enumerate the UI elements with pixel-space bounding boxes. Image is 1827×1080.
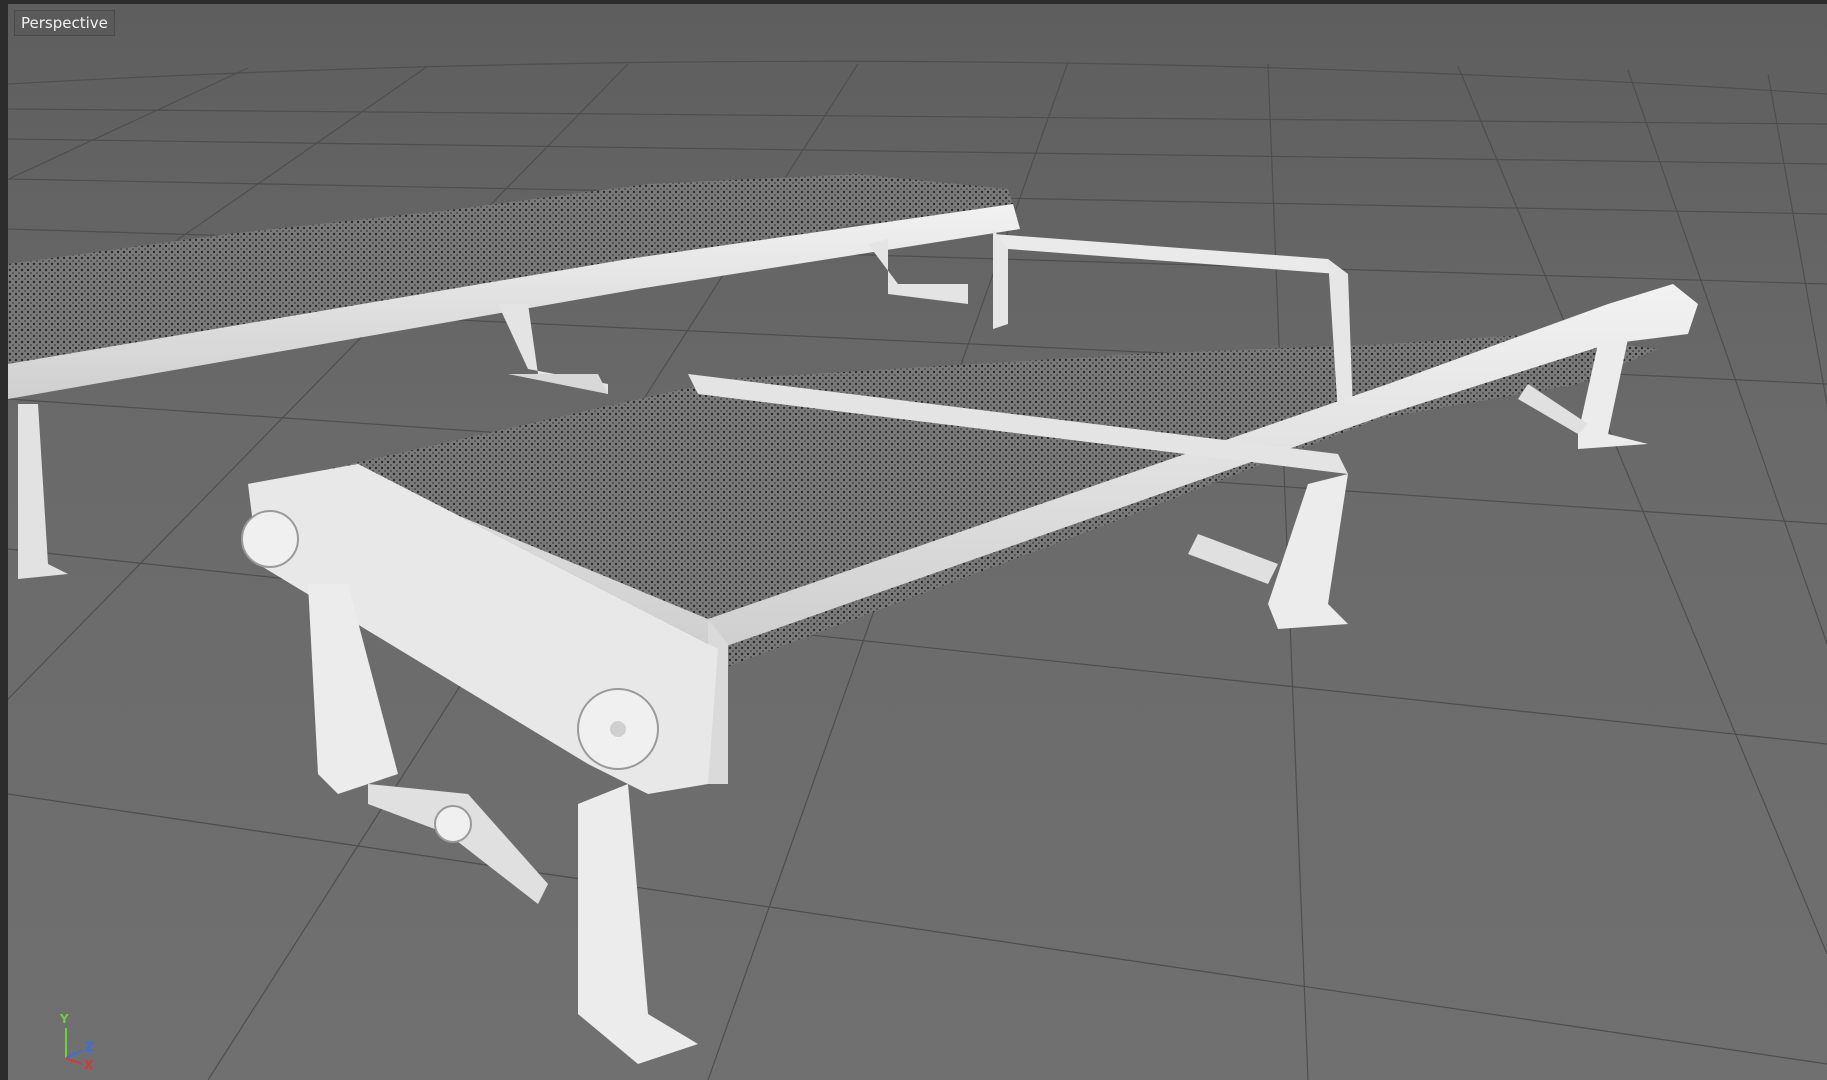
axis-gizmo-icon: Y Z X (52, 1012, 112, 1072)
axis-x-label: X (84, 1058, 94, 1072)
viewport-label[interactable]: Perspective (14, 10, 115, 36)
scene-canvas[interactable] (8, 4, 1827, 1080)
axis-y-label: Y (60, 1012, 69, 1026)
perspective-viewport[interactable]: Perspective Y Z X (0, 0, 1827, 1080)
z-axis-line (65, 1049, 83, 1059)
x-axis-line (65, 1057, 83, 1065)
front-bench-model[interactable] (241, 229, 1698, 1064)
axis-z-label: Z (85, 1040, 94, 1054)
